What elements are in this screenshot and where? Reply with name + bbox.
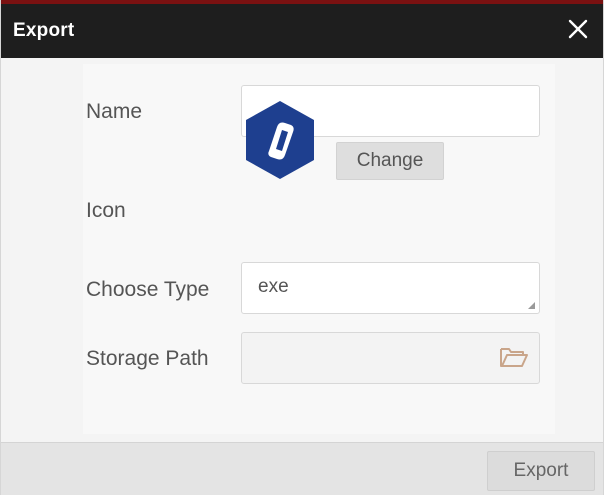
title-bar: Export xyxy=(1,4,603,58)
change-icon-button[interactable]: Change xyxy=(336,142,444,180)
export-button[interactable]: Export xyxy=(487,451,595,491)
close-button[interactable] xyxy=(563,14,593,44)
name-label: Name xyxy=(86,100,143,123)
icon-label: Icon xyxy=(86,199,126,222)
browse-folder-button[interactable] xyxy=(499,345,529,369)
dialog-title: Export xyxy=(13,20,75,41)
close-icon xyxy=(568,19,588,39)
folder-open-icon xyxy=(500,348,528,367)
hexagon-app-icon xyxy=(246,101,314,179)
choose-type-label: Choose Type xyxy=(86,278,210,301)
dialog-footer: Export xyxy=(1,442,603,495)
export-dialog: Export Name Icon Change Choose Type exe … xyxy=(0,0,604,495)
storage-path-label: Storage Path xyxy=(86,347,209,370)
storage-path-input[interactable] xyxy=(241,332,540,384)
type-select[interactable]: exe xyxy=(241,262,540,314)
dropdown-corner-icon xyxy=(528,302,535,309)
type-select-value: exe xyxy=(258,276,289,297)
app-icon-preview xyxy=(244,99,316,181)
